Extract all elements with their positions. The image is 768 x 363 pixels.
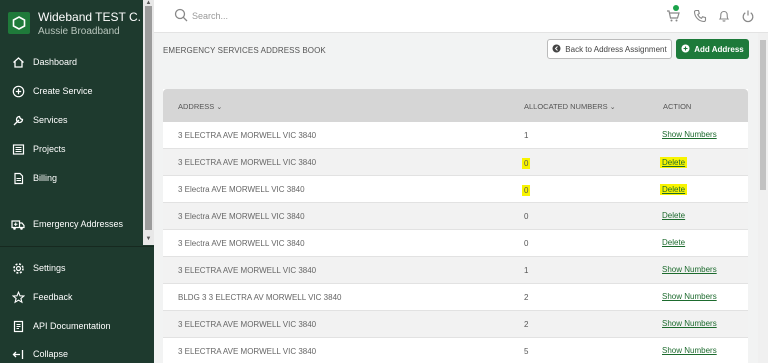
sort-chevron-icon: ⌄ [609, 104, 616, 111]
cart-status-dot [673, 5, 679, 11]
column-header-address[interactable]: ADDRESS ⌄ [178, 102, 222, 111]
address-cell: 3 Electra AVE MORWELL VIC 3840 [178, 185, 305, 194]
address-cell: 3 ELECTRA AVE MORWELL VIC 3840 [178, 266, 317, 275]
sidebar-item-billing[interactable]: Billing [0, 167, 143, 189]
table-row: 3 ELECTRA AVE MORWELL VIC 3840 5 Show Nu… [163, 338, 748, 363]
show-numbers-link[interactable]: Show Numbers [662, 265, 717, 274]
address-cell: 3 Electra AVE MORWELL VIC 3840 [178, 239, 305, 248]
gear-icon [11, 261, 25, 275]
table-header: ADDRESS ⌄ ALLOCATED NUMBERS ⌄ ACTION [163, 89, 748, 122]
home-icon [11, 55, 25, 69]
allocated-numbers-cell: 1 [524, 266, 529, 275]
page-header: EMERGENCY SERVICES ADDRESS BOOK Back to … [154, 33, 768, 65]
show-numbers-link[interactable]: Show Numbers [662, 292, 717, 301]
back-to-address-assignment-button[interactable]: Back to Address Assignment [547, 39, 672, 59]
address-cell: 3 ELECTRA AVE MORWELL VIC 3840 [178, 131, 317, 140]
table-row: 3 ELECTRA AVE MORWELL VIC 3840 1 Show Nu… [163, 257, 748, 284]
address-cell: 3 ELECTRA AVE MORWELL VIC 3840 [178, 158, 317, 167]
address-table: ADDRESS ⌄ ALLOCATED NUMBERS ⌄ ACTION 3 E… [163, 89, 748, 363]
allocated-numbers-cell: 0 [524, 212, 529, 221]
search-icon [174, 8, 188, 24]
sidebar-item-label: Emergency Addresses [33, 219, 124, 229]
brand: Wideband TEST C... Aussie Broadband [0, 0, 154, 40]
show-numbers-link[interactable]: Show Numbers [662, 346, 717, 355]
sidebar-divider [0, 246, 154, 247]
main-scroll-thumb[interactable] [760, 40, 766, 190]
arrow-left-circle-icon [552, 44, 561, 55]
top-bar [154, 0, 768, 33]
brand-title: Wideband TEST C... [38, 10, 142, 24]
bell-icon[interactable] [717, 9, 731, 23]
add-address-button[interactable]: Add Address [676, 39, 749, 59]
sidebar-item-label: Services [33, 115, 68, 125]
delete-link[interactable]: Delete [660, 157, 688, 168]
allocated-numbers-cell: 0 [522, 185, 531, 196]
delete-link[interactable]: Delete [662, 238, 685, 247]
column-header-action: ACTION [663, 102, 692, 111]
address-cell: 3 Electra AVE MORWELL VIC 3840 [178, 212, 305, 221]
table-row: 3 ELECTRA AVE MORWELL VIC 3840 0 Delete [163, 149, 748, 176]
document-icon [11, 171, 25, 185]
allocated-numbers-cell: 2 [524, 293, 529, 302]
allocated-numbers-cell: 5 [524, 347, 529, 356]
sidebar-item-label: Create Service [33, 86, 93, 96]
show-numbers-link[interactable]: Show Numbers [662, 130, 717, 139]
address-cell: BLDG 3 3 ELECTRA AV MORWELL VIC 3840 [178, 293, 342, 302]
allocated-numbers-cell: 2 [524, 320, 529, 329]
allocated-numbers-cell: 0 [522, 158, 531, 169]
sidebar-item-dashboard[interactable]: Dashboard [0, 51, 143, 73]
table-row: 3 ELECTRA AVE MORWELL VIC 3840 2 Show Nu… [163, 311, 748, 338]
back-button-label: Back to Address Assignment [565, 44, 667, 54]
address-cell: 3 ELECTRA AVE MORWELL VIC 3840 [178, 320, 317, 329]
plus-circle-icon [681, 44, 690, 55]
allocated-numbers-cell: 0 [524, 239, 529, 248]
brand-subtitle: Aussie Broadband [38, 26, 120, 37]
page-title: EMERGENCY SERVICES ADDRESS BOOK [163, 46, 326, 55]
sidebar-item-label: Feedback [33, 292, 73, 302]
table-row: 3 ELECTRA AVE MORWELL VIC 3840 1 Show Nu… [163, 122, 748, 149]
column-header-allocated-numbers[interactable]: ALLOCATED NUMBERS ⌄ [524, 102, 616, 111]
ambulance-icon [11, 217, 25, 231]
collapse-icon [11, 347, 25, 361]
search-input[interactable] [192, 8, 392, 24]
list-icon [11, 142, 25, 156]
allocated-numbers-cell: 1 [524, 131, 529, 140]
sidebar-item-label: Projects [33, 144, 66, 154]
sidebar-item-label: API Documentation [33, 321, 111, 331]
scroll-down-arrow-icon[interactable]: ▼ [144, 236, 153, 242]
table-row: 3 Electra AVE MORWELL VIC 3840 0 Delete [163, 230, 748, 257]
sidebar-item-emergency-addresses[interactable]: Emergency Addresses [0, 213, 143, 235]
sidebar-item-label: Billing [33, 173, 58, 183]
sidebar-item-services[interactable]: Services [0, 109, 143, 131]
sidebar: Wideband TEST C... Aussie Broadband Dash… [0, 0, 154, 363]
table-row: BLDG 3 3 ELECTRA AV MORWELL VIC 3840 2 S… [163, 284, 748, 311]
table-row: 3 Electra AVE MORWELL VIC 3840 0 Delete [163, 203, 748, 230]
table-row: 3 Electra AVE MORWELL VIC 3840 0 Delete [163, 176, 748, 203]
sidebar-item-settings[interactable]: Settings [0, 257, 143, 279]
sidebar-item-label: Settings [33, 263, 66, 273]
power-icon[interactable] [741, 9, 755, 23]
api-doc-icon [11, 319, 25, 333]
cart-icon[interactable] [666, 9, 680, 23]
delete-link[interactable]: Delete [662, 211, 685, 220]
wrench-icon [11, 113, 25, 127]
hexagon-logo-icon [8, 12, 30, 34]
sidebar-item-create-service[interactable]: Create Service [0, 80, 143, 102]
sidebar-item-projects[interactable]: Projects [0, 138, 143, 160]
add-button-label: Add Address [694, 44, 744, 54]
plus-circle-icon [11, 84, 25, 98]
sidebar-item-label: Dashboard [33, 57, 78, 67]
sidebar-item-feedback[interactable]: Feedback [0, 286, 143, 308]
star-icon [11, 290, 25, 304]
sidebar-item-api-documentation[interactable]: API Documentation [0, 315, 143, 337]
show-numbers-link[interactable]: Show Numbers [662, 319, 717, 328]
delete-link[interactable]: Delete [660, 184, 688, 195]
sidebar-scroll-thumb[interactable] [145, 6, 152, 230]
address-cell: 3 ELECTRA AVE MORWELL VIC 3840 [178, 347, 317, 356]
phone-icon[interactable] [693, 9, 707, 23]
sidebar-item-label: Collapse [33, 349, 69, 359]
sort-chevron-icon: ⌄ [216, 104, 223, 111]
sidebar-item-collapse[interactable]: Collapse [0, 343, 143, 363]
